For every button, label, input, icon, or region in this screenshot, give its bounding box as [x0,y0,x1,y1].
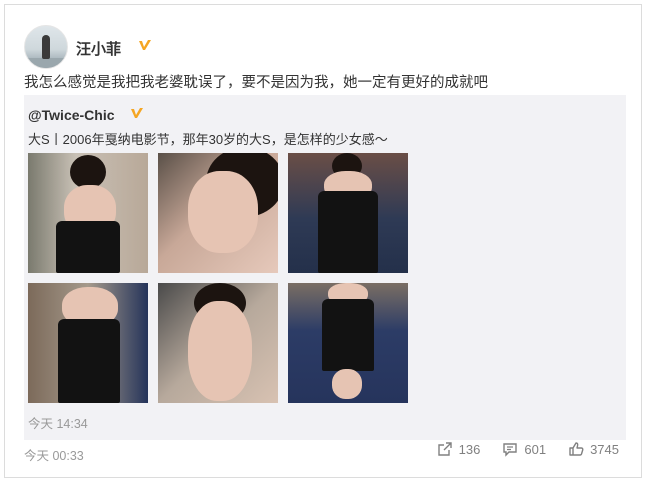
action-bar: 136 601 3745 [437,441,619,457]
avatar[interactable] [24,25,68,69]
photo-3[interactable] [288,153,408,273]
author-name[interactable]: 汪小菲 [76,38,121,59]
avatar-figure [42,35,50,59]
like-button[interactable]: 3745 [568,441,619,457]
avatar-ground [25,58,67,68]
comment-count: 601 [524,441,547,457]
repost-text: 大S丨2006年戛纳电影节，那年30岁的大S，是怎样的少女感～ [28,132,388,147]
comment-icon [503,443,518,457]
photo-1[interactable] [28,153,148,273]
repost-block: @Twice-Chic 大S丨2006年戛纳电影节，那年30岁的大S，是怎样的少… [24,95,626,440]
share-count: 136 [458,441,481,457]
repost-handle[interactable]: @Twice-Chic [28,107,115,123]
weibo-post-card: 汪小菲 我怎么感觉是我把我老婆耽误了，要不是因为我，她一定有更好的成就吧 @Tw… [4,4,642,478]
post-text: 我怎么感觉是我把我老婆耽误了，要不是因为我，她一定有更好的成就吧 [24,75,488,91]
repost-timestamp: 今天 14:34 [28,417,88,431]
photo-5[interactable] [158,283,278,403]
verified-badge-icon [139,40,151,50]
comment-button[interactable]: 601 [502,441,546,457]
photo-2[interactable] [158,153,278,273]
photo-4[interactable] [28,283,148,403]
like-icon [569,442,584,456]
photo-6[interactable] [288,283,408,403]
share-icon [437,442,452,456]
post-timestamp: 今天 00:33 [24,449,84,463]
share-button[interactable]: 136 [437,441,481,457]
like-count: 3745 [590,441,619,457]
verified-badge-icon [131,108,143,118]
